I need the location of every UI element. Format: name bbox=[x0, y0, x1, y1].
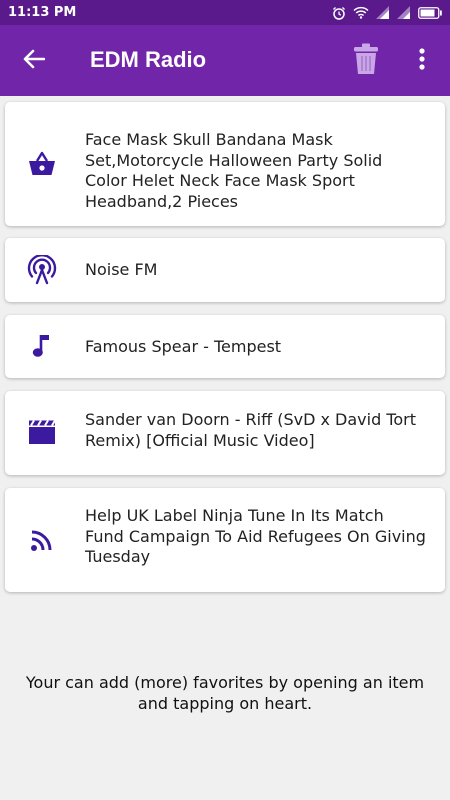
list-item-label: Noise FM bbox=[85, 260, 158, 279]
rss-feed-icon bbox=[27, 525, 57, 555]
app-bar: EDM Radio bbox=[0, 25, 450, 96]
list-item[interactable]: Sander van Doorn - Riff (SvD x David Tor… bbox=[5, 391, 445, 475]
battery-icon bbox=[418, 6, 442, 19]
signal-icon bbox=[397, 6, 411, 19]
alarm-icon bbox=[332, 6, 346, 20]
empty-hint-text: Your can add (more) favorites by opening… bbox=[25, 673, 425, 713]
status-icons bbox=[332, 6, 442, 20]
status-time: 11:13 PM bbox=[8, 5, 77, 20]
status-bar: 11:13 PM bbox=[0, 0, 450, 25]
delete-button[interactable] bbox=[348, 41, 384, 81]
list-item-label: Help UK Label Ninja Tune In Its Match Fu… bbox=[85, 506, 426, 566]
list-item-label: Sander van Doorn - Riff (SvD x David Tor… bbox=[85, 410, 417, 450]
radio-tower-icon bbox=[27, 255, 57, 285]
back-button[interactable] bbox=[16, 43, 52, 79]
list-item[interactable]: Help UK Label Ninja Tune In Its Match Fu… bbox=[5, 488, 445, 592]
list-item[interactable]: Noise FM bbox=[5, 238, 445, 302]
trash-icon bbox=[353, 43, 379, 79]
list-item-label: Face Mask Skull Bandana Mask Set,Motorcy… bbox=[85, 130, 383, 211]
movie-clapper-icon bbox=[27, 417, 57, 447]
shopping-basket-icon bbox=[27, 149, 57, 179]
list-item[interactable]: Famous Spear - Tempest bbox=[5, 315, 445, 378]
list-item-label: Famous Spear - Tempest bbox=[85, 337, 282, 356]
page-title: EDM Radio bbox=[90, 47, 207, 72]
list-item[interactable]: Face Mask Skull Bandana Mask Set,Motorcy… bbox=[5, 102, 445, 226]
signal-icon bbox=[376, 6, 390, 19]
music-note-icon bbox=[27, 331, 57, 361]
arrow-left-icon bbox=[23, 49, 46, 73]
more-vert-icon bbox=[419, 48, 425, 74]
overflow-menu-button[interactable] bbox=[408, 43, 436, 79]
wifi-icon bbox=[353, 6, 369, 19]
